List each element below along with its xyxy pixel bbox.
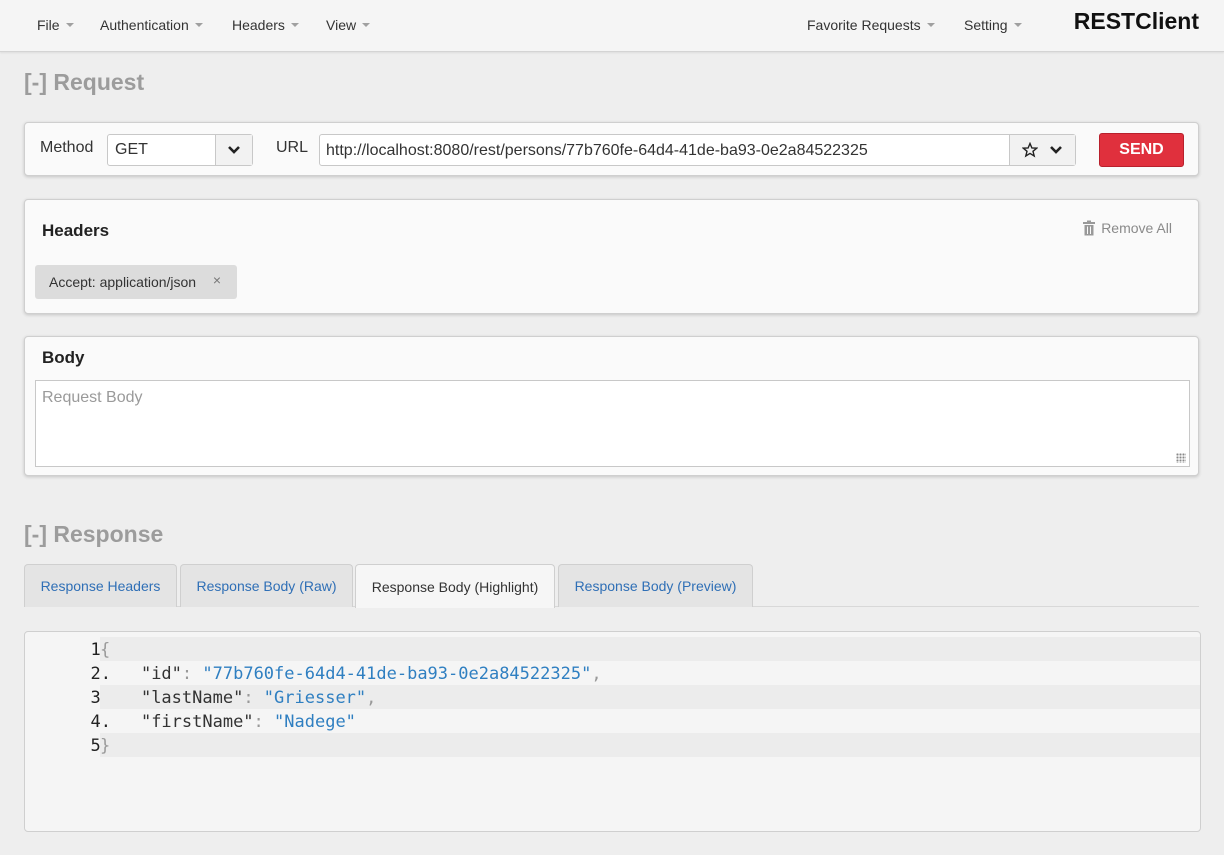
request-body-placeholder: Request Body xyxy=(42,389,143,406)
json-colon: : xyxy=(181,664,203,684)
resize-handle-icon[interactable] xyxy=(1176,453,1186,463)
close-icon[interactable]: × xyxy=(213,272,221,288)
method-select[interactable]: GET xyxy=(107,134,253,166)
header-tag: Accept: application/json × xyxy=(35,265,237,299)
url-value: http://localhost:8080/rest/persons/77b76… xyxy=(326,142,868,159)
json-colon: : xyxy=(253,712,275,732)
chevron-down-icon[interactable] xyxy=(1049,145,1063,155)
code-line: 5. } xyxy=(25,733,1200,757)
method-label: Method xyxy=(40,139,94,156)
trash-icon xyxy=(1083,220,1096,236)
json-colon: : xyxy=(243,688,264,708)
chevron-down-icon xyxy=(228,146,240,154)
caret-down-icon xyxy=(290,23,299,27)
tab-response-headers[interactable]: Response Headers xyxy=(24,564,177,607)
json-string: "Griesser" xyxy=(263,688,367,708)
json-string: "77b760fe-64d4-41de-ba93-0e2a84522325" xyxy=(202,664,592,684)
method-value: GET xyxy=(115,141,148,158)
send-button[interactable]: SEND xyxy=(1099,133,1184,167)
response-code-viewer: 1. { 2. "id": "77b760fe-64d4-41de-ba93-0… xyxy=(24,631,1201,832)
tab-response-body-raw[interactable]: Response Body (Raw) xyxy=(180,564,353,607)
remove-all-label: Remove All xyxy=(1101,220,1172,236)
url-input[interactable]: http://localhost:8080/rest/persons/77b76… xyxy=(319,134,1076,166)
code-line: 2. "id": "77b760fe-64d4-41de-ba93-0e2a84… xyxy=(25,661,1200,685)
request-section-title[interactable]: [-] Request xyxy=(24,69,144,96)
menu-favorite-requests-label: Favorite Requests xyxy=(807,17,921,33)
menu-authentication-label: Authentication xyxy=(100,17,189,33)
json-brace-close: } xyxy=(100,736,111,756)
menu-view[interactable]: View xyxy=(326,17,371,33)
headers-panel-title: Headers xyxy=(42,221,110,240)
menu-file[interactable]: File xyxy=(37,17,74,33)
remove-all-button[interactable]: Remove All xyxy=(1082,220,1172,236)
json-comma: , xyxy=(591,664,602,684)
caret-down-icon xyxy=(194,23,203,27)
caret-down-icon xyxy=(65,23,74,27)
body-panel-title: Body xyxy=(42,348,85,367)
json-key: "id" xyxy=(140,664,182,684)
menu-view-label: View xyxy=(326,17,357,33)
header-tag-label: Accept: application/json xyxy=(49,274,197,290)
code-line: 4. "firstName": "Nadege" xyxy=(25,709,1200,733)
star-icon[interactable] xyxy=(1021,142,1038,158)
headers-panel: Headers Remove All Accept: application/j… xyxy=(24,199,1199,314)
caret-down-icon xyxy=(362,23,371,27)
request-panel: Method GET URL http://localhost:8080/res… xyxy=(24,122,1199,176)
app-brand[interactable]: RESTClient xyxy=(1074,8,1199,35)
menu-authentication[interactable]: Authentication xyxy=(100,17,203,33)
menu-setting-label: Setting xyxy=(964,17,1008,33)
tab-response-body-highlight[interactable]: Response Body (Highlight) xyxy=(355,564,555,608)
body-panel: Body Request Body xyxy=(24,336,1199,476)
url-addon xyxy=(1009,135,1075,165)
menu-file-label: File xyxy=(37,17,60,33)
menu-setting[interactable]: Setting xyxy=(964,17,1022,33)
caret-down-icon xyxy=(926,23,935,27)
caret-down-icon xyxy=(1013,23,1022,27)
tab-response-body-preview[interactable]: Response Body (Preview) xyxy=(558,564,753,607)
json-key: "lastName" xyxy=(140,688,244,708)
method-dropdown-button[interactable] xyxy=(215,135,252,165)
url-label: URL xyxy=(276,139,309,156)
response-section-title[interactable]: [-] Response xyxy=(24,521,163,548)
json-brace-open: { xyxy=(100,640,111,660)
code-line: 1. { xyxy=(25,637,1200,661)
json-comma: , xyxy=(366,688,377,708)
json-string: "Nadege" xyxy=(274,712,356,732)
code-line: 3. "lastName": "Griesser", xyxy=(25,685,1200,709)
menu-headers-label: Headers xyxy=(232,17,285,33)
request-body-textarea[interactable]: Request Body xyxy=(35,380,1190,467)
json-key: "firstName" xyxy=(140,712,254,732)
top-navbar: File Authentication Headers View Favorit… xyxy=(0,0,1224,52)
menu-favorite-requests[interactable]: Favorite Requests xyxy=(807,17,935,33)
menu-headers[interactable]: Headers xyxy=(232,17,299,33)
